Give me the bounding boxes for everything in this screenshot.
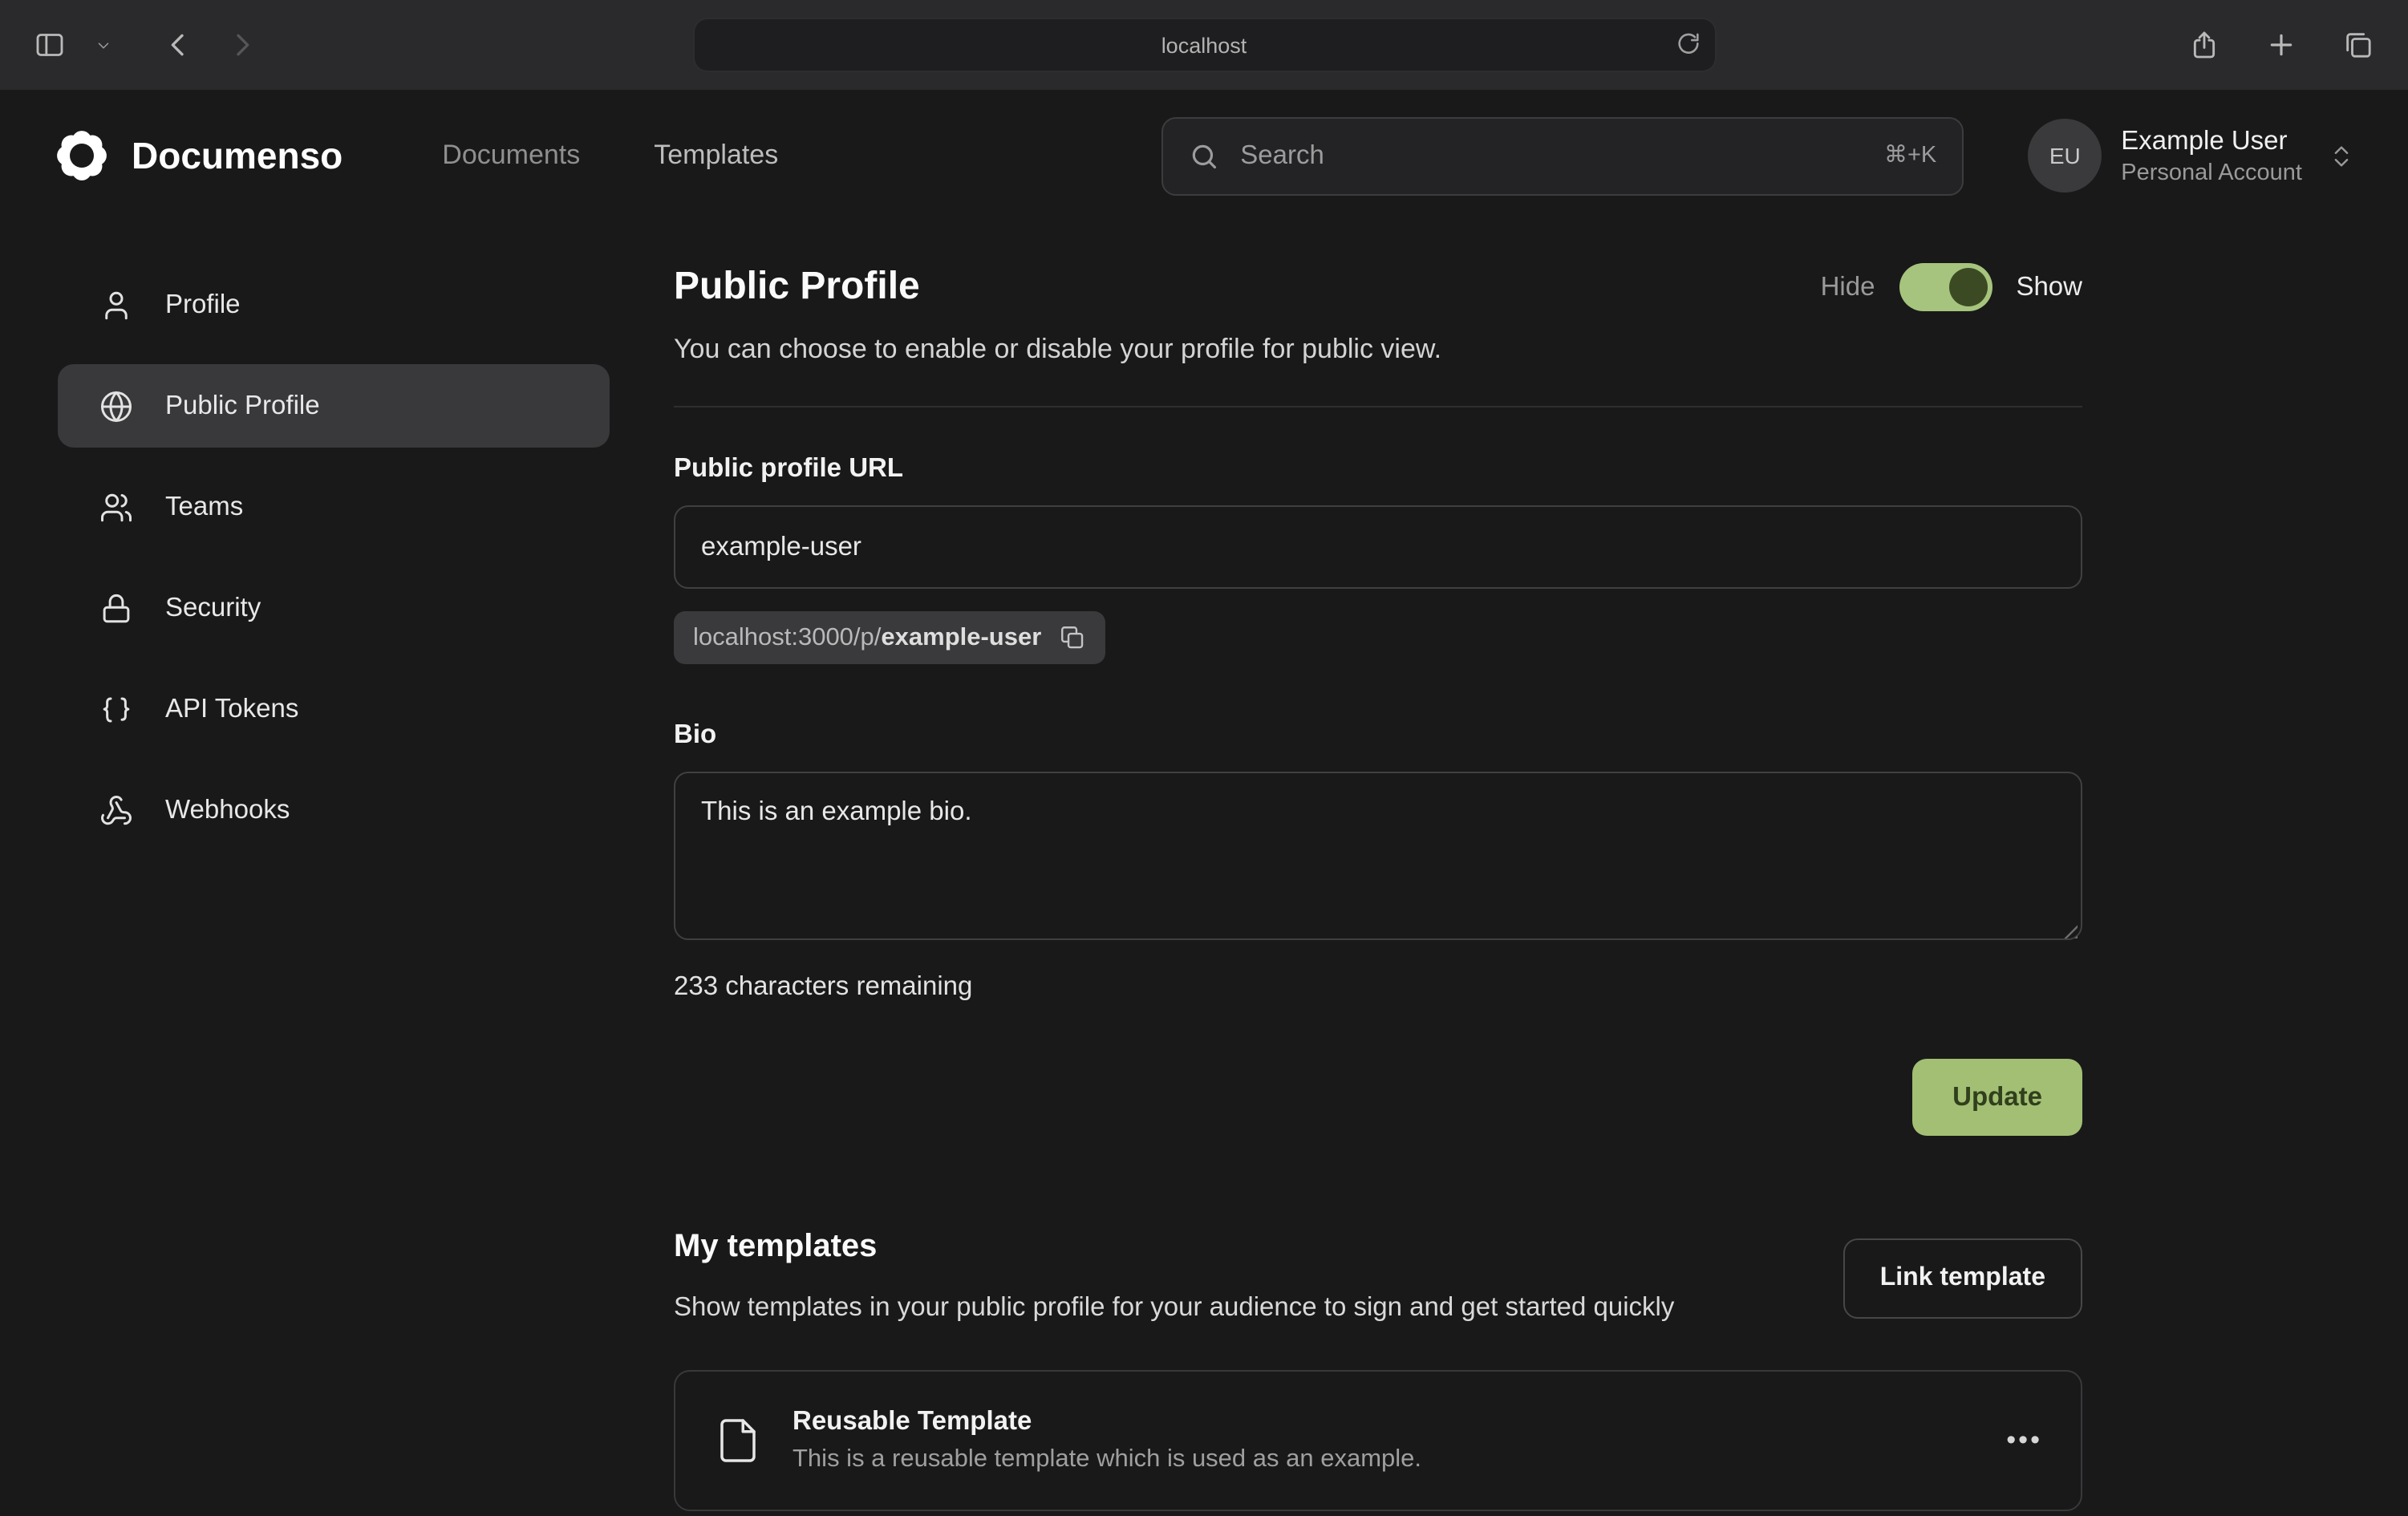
main-nav: Documents Templates xyxy=(442,140,778,172)
url-slug: example-user xyxy=(881,623,1041,651)
refresh-icon[interactable] xyxy=(1674,30,1701,58)
sidebar-panel-icon[interactable] xyxy=(26,22,74,67)
search-box[interactable]: Search ⌘+K xyxy=(1161,116,1964,195)
file-icon xyxy=(714,1417,762,1465)
sidebar-item-label: Webhooks xyxy=(165,795,290,825)
account-menu[interactable]: EU Example User Personal Account xyxy=(2028,119,2355,193)
screen: localhost xyxy=(0,0,2408,1516)
sidebar-item-profile[interactable]: Profile xyxy=(58,263,610,347)
browser-left-controls xyxy=(26,22,266,67)
template-card-text: Reusable Template This is a reusable tem… xyxy=(793,1408,1421,1475)
public-profile-settings: Public Profile Hide Show You can choose … xyxy=(674,263,2082,1512)
toggle-knob xyxy=(1948,268,1987,306)
browser-chrome: localhost xyxy=(0,0,2408,90)
url-prefix: localhost:3000/p/ xyxy=(693,623,881,651)
nav-templates[interactable]: Templates xyxy=(654,140,778,172)
show-label: Show xyxy=(2016,272,2082,302)
brand[interactable]: Documenso xyxy=(53,127,343,184)
update-button[interactable]: Update xyxy=(1912,1059,2082,1136)
profile-url-label: Public profile URL xyxy=(674,454,2082,484)
users-icon xyxy=(98,490,133,524)
url-preview-text: localhost:3000/p/example-user xyxy=(693,623,1041,652)
characters-remaining: 233 characters remaining xyxy=(674,972,2082,1003)
template-description: This is a reusable template which is use… xyxy=(793,1446,1421,1475)
documenso-logo-icon xyxy=(53,127,111,184)
my-templates-description: Show templates in your public profile fo… xyxy=(674,1287,1781,1329)
browser-right-controls xyxy=(2180,22,2382,67)
hide-label: Hide xyxy=(1821,272,1875,302)
template-menu-button[interactable]: ••• xyxy=(2006,1425,2042,1457)
tab-overview-icon[interactable] xyxy=(2334,22,2382,67)
url-preview-badge[interactable]: localhost:3000/p/example-user xyxy=(674,611,1105,664)
webhook-icon xyxy=(98,793,133,827)
page-body: Profile Public Profile Teams Security xyxy=(0,221,2408,1512)
brand-name: Documenso xyxy=(132,134,343,177)
profile-visibility-toggle[interactable] xyxy=(1899,263,1992,311)
profile-url-input[interactable] xyxy=(674,505,2082,589)
share-icon[interactable] xyxy=(2180,22,2228,67)
search-placeholder: Search xyxy=(1240,140,1324,171)
user-name: Example User xyxy=(2121,126,2302,156)
link-template-button[interactable]: Link template xyxy=(1843,1238,2082,1319)
search-shortcut: ⌘+K xyxy=(1884,143,1936,168)
app-header: Documenso Documents Templates Search ⌘+K… xyxy=(0,90,2408,221)
visibility-toggle-group: Hide Show xyxy=(1821,263,2082,311)
nav-documents[interactable]: Documents xyxy=(442,140,580,172)
sidebar-item-label: Security xyxy=(165,593,261,623)
user-icon xyxy=(98,288,133,322)
search-icon xyxy=(1189,140,1219,171)
sidebar-item-api-tokens[interactable]: API Tokens xyxy=(58,667,610,751)
address-bar-url: localhost xyxy=(1161,33,1247,57)
my-templates-text: My templates Show templates in your publ… xyxy=(674,1229,1781,1329)
sidebar-item-label: API Tokens xyxy=(165,694,298,724)
bio-label: Bio xyxy=(674,720,2082,751)
globe-icon xyxy=(98,389,133,423)
template-name: Reusable Template xyxy=(793,1408,1421,1438)
settings-sidebar: Profile Public Profile Teams Security xyxy=(58,263,610,1512)
copy-icon[interactable] xyxy=(1059,624,1086,651)
sidebar-item-teams[interactable]: Teams xyxy=(58,465,610,549)
chevron-down-icon[interactable] xyxy=(90,22,116,67)
back-icon[interactable] xyxy=(154,22,202,67)
sidebar-item-label: Profile xyxy=(165,290,241,320)
sidebar-item-webhooks[interactable]: Webhooks xyxy=(58,768,610,852)
template-card[interactable]: Reusable Template This is a reusable tem… xyxy=(674,1371,2082,1512)
braces-icon xyxy=(98,692,133,726)
sidebar-item-public-profile[interactable]: Public Profile xyxy=(58,364,610,448)
avatar: EU xyxy=(2028,119,2102,193)
my-templates-title: My templates xyxy=(674,1229,1781,1266)
new-tab-icon[interactable] xyxy=(2257,22,2305,67)
divider xyxy=(674,406,2082,407)
sidebar-item-label: Teams xyxy=(165,492,243,522)
page-subtitle: You can choose to enable or disable your… xyxy=(674,334,2082,366)
address-bar[interactable]: localhost xyxy=(692,18,1716,72)
bio-textarea[interactable]: This is an example bio. xyxy=(674,772,2082,940)
lock-icon xyxy=(98,591,133,625)
chevrons-up-down-icon xyxy=(2328,142,2355,169)
account-type: Personal Account xyxy=(2121,160,2302,185)
forward-icon[interactable] xyxy=(218,22,266,67)
page-title: Public Profile xyxy=(674,265,920,310)
sidebar-item-security[interactable]: Security xyxy=(58,566,610,650)
sidebar-item-label: Public Profile xyxy=(165,391,320,421)
